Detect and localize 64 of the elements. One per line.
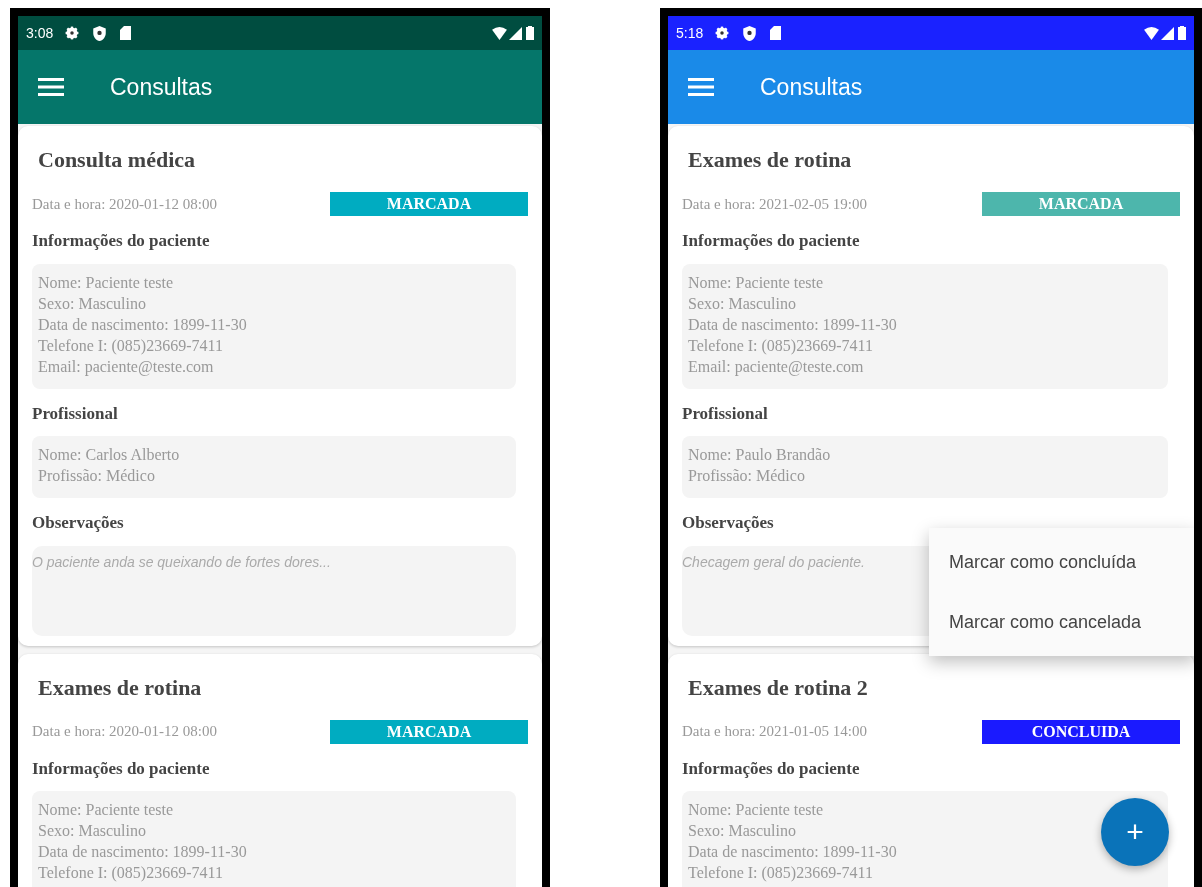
section-heading: Observações bbox=[32, 512, 125, 534]
menu-item[interactable]: Marcar como concluída bbox=[929, 532, 1194, 592]
wifi-icon bbox=[492, 26, 507, 40]
info-line: Telefone I: (085)23669-7411 bbox=[38, 863, 223, 883]
status-badge: MARCADA bbox=[330, 719, 528, 744]
status-time: 5:18 bbox=[676, 23, 704, 43]
info-line: Sexo: Masculino bbox=[38, 821, 146, 841]
battery-icon bbox=[1178, 26, 1186, 40]
info-line: Sexo: Masculino bbox=[38, 293, 146, 314]
sd-card-icon bbox=[770, 26, 782, 40]
signal-icon bbox=[1161, 26, 1174, 40]
section-heading: Profissional bbox=[32, 402, 119, 425]
info-line: Profissão: Médico bbox=[38, 466, 155, 486]
info-line: Nome: Carlos Alberto bbox=[38, 445, 180, 465]
info-line: Nome: Paciente teste bbox=[688, 800, 824, 820]
app-bar-title: Consultas bbox=[110, 72, 213, 102]
shield-icon bbox=[93, 25, 107, 41]
section-heading: Profissional bbox=[682, 402, 769, 425]
info-line: Sexo: Masculino bbox=[688, 293, 796, 314]
info-line: Profissão: Médico bbox=[688, 466, 805, 486]
signal-icon bbox=[509, 26, 522, 40]
section-heading: Observações bbox=[682, 512, 775, 534]
appointment-datetime: Data e hora: 2021-01-05 14:00 bbox=[682, 722, 867, 742]
status-badge: MARCADA bbox=[330, 192, 528, 216]
card-title: Exames de rotina bbox=[688, 146, 853, 174]
sd-card-icon bbox=[120, 26, 132, 40]
wifi-icon bbox=[1144, 26, 1159, 40]
notes-text: Checagem geral do paciente. bbox=[682, 553, 865, 570]
info-line: Data de nascimento: 1899-11-30 bbox=[688, 842, 897, 862]
appointment-datetime: Data e hora: 2021-02-05 19:00 bbox=[682, 194, 867, 214]
info-line: Telefone I: (085)23669-7411 bbox=[688, 863, 873, 883]
status-badge: CONCLUIDA bbox=[982, 719, 1180, 744]
menu-icon[interactable] bbox=[688, 78, 714, 96]
section-heading: Informações do paciente bbox=[32, 757, 211, 780]
info-line: Email: paciente@teste.com bbox=[688, 356, 864, 377]
status-badge: MARCADA bbox=[982, 192, 1180, 216]
gear-icon bbox=[715, 26, 730, 40]
app-bar-title: Consultas bbox=[760, 72, 863, 102]
info-line: Nome: Paciente teste bbox=[38, 272, 174, 293]
info-line: Data de nascimento: 1899-11-30 bbox=[38, 314, 247, 335]
battery-icon bbox=[526, 26, 534, 40]
card-title: Exames de rotina 2 bbox=[688, 673, 869, 702]
info-line: Email: paciente@teste.com bbox=[38, 356, 214, 377]
section-heading: Informações do paciente bbox=[32, 230, 211, 252]
section-heading: Informações do paciente bbox=[682, 757, 861, 780]
info-line: Nome: Paciente teste bbox=[688, 272, 824, 293]
status-time: 3:08 bbox=[26, 23, 54, 43]
info-line: Nome: Paciente teste bbox=[38, 800, 174, 820]
info-line: Telefone I: (085)23669-7411 bbox=[688, 335, 873, 356]
info-line: Data de nascimento: 1899-11-30 bbox=[688, 314, 897, 335]
menu-item[interactable]: Marcar como cancelada bbox=[929, 592, 1194, 652]
info-line: Data de nascimento: 1899-11-30 bbox=[38, 842, 247, 862]
appointment-datetime: Data e hora: 2020-01-12 08:00 bbox=[32, 722, 217, 742]
info-line: Nome: Paulo Brandão bbox=[688, 445, 831, 465]
section-heading: Informações do paciente bbox=[682, 230, 861, 252]
info-line: Telefone I: (085)23669-7411 bbox=[38, 335, 223, 356]
info-line: Sexo: Masculino bbox=[688, 821, 796, 841]
gear-icon bbox=[65, 26, 80, 40]
appointment-datetime: Data e hora: 2020-01-12 08:00 bbox=[32, 194, 217, 214]
notes-text: O paciente anda se queixando de fortes dores... bbox=[32, 553, 331, 570]
card-title: Exames de rotina bbox=[38, 673, 203, 702]
menu-icon[interactable] bbox=[38, 78, 64, 96]
shield-icon bbox=[743, 25, 757, 41]
card-title: Consulta médica bbox=[38, 146, 197, 174]
